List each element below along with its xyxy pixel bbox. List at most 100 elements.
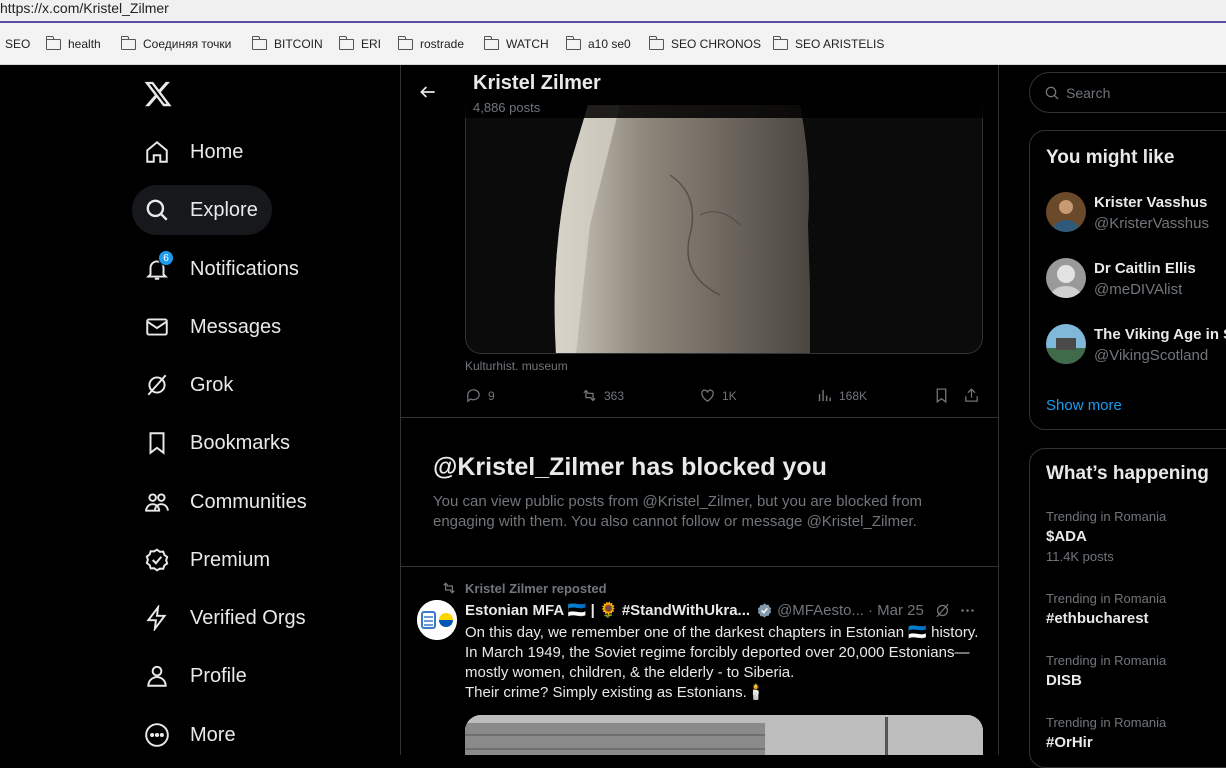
reply-button[interactable]: 9 (465, 387, 495, 404)
right-sidebar: Search You might like Krister Vasshus @K… (999, 65, 1226, 768)
nav-messages[interactable]: Messages (132, 302, 295, 352)
avatar[interactable] (1046, 324, 1086, 364)
suggestion-name: The Viking Age in S (1094, 326, 1226, 343)
search-icon (1045, 86, 1059, 99)
verified-gray-icon (757, 602, 772, 618)
nav-premium[interactable]: Premium (132, 535, 284, 585)
trend-item[interactable]: Trending in Romania #OrHir (1046, 715, 1226, 751)
trend-item[interactable]: Trending in Romania $ADA 11.4K posts (1046, 509, 1226, 564)
nav-grok[interactable]: Grok (132, 360, 247, 410)
bookmark-icon (149, 432, 165, 455)
suggestion-handle: @KristerVasshus (1094, 215, 1209, 232)
x-logo-icon[interactable] (143, 79, 173, 109)
bookmark-soedinyaya-tochki[interactable]: Соединяя точки (120, 35, 231, 52)
folder-icon (338, 35, 354, 50)
tweet-media[interactable] (465, 715, 983, 755)
nav-profile-label: Profile (190, 664, 247, 687)
profile-timeline: Kristel Zilmer 4,886 posts Kulturhist. m… (400, 65, 999, 755)
avatar[interactable] (417, 600, 457, 640)
nav-more[interactable]: More (132, 710, 250, 760)
search-placeholder: Search (1066, 84, 1111, 101)
bookmark-a10-se0[interactable]: a10 se0 (565, 35, 631, 52)
divider (401, 417, 998, 418)
trend-item[interactable]: Trending in Romania DISB (1046, 653, 1226, 689)
post-actions: 9 363 1K 168K (465, 387, 985, 407)
blocked-message: You can view public posts from @Kristel_… (433, 493, 923, 530)
suggestion-name: Krister Vasshus (1094, 194, 1208, 211)
nav-explore[interactable]: Explore (132, 185, 272, 235)
post-media[interactable] (465, 105, 983, 354)
search-input[interactable]: Search (1029, 72, 1226, 113)
bookmark-health[interactable]: health (45, 35, 101, 52)
nav-messages-label: Messages (190, 315, 282, 338)
repost-button[interactable]: 363 (581, 387, 624, 404)
bookmark-post-button[interactable] (933, 387, 956, 404)
folder-icon (483, 35, 499, 50)
avatar[interactable] (1046, 192, 1086, 232)
share-button[interactable] (963, 387, 986, 404)
author-handle[interactable]: @MFAesto... (777, 602, 864, 619)
mfa-logo-icon (417, 600, 457, 640)
bookmark-seo-aristelis[interactable]: SEO ARISTELIS (772, 35, 884, 52)
media-caption: Kulturhist. museum (465, 359, 568, 373)
suggestion-item[interactable]: Krister Vasshus @KristerVasshus (1046, 192, 1226, 234)
grok-icon[interactable] (934, 602, 951, 619)
nav-notifications-label: Notifications (190, 257, 299, 280)
nav-verified-orgs-label: Verified Orgs (190, 606, 306, 629)
show-more-link[interactable]: Show more (1046, 397, 1122, 414)
bookmark-seo-chronos[interactable]: SEO CHRONOS (648, 35, 761, 52)
repost-icon (583, 389, 596, 402)
person-icon (147, 665, 167, 687)
views-button[interactable]: 168K (816, 387, 867, 404)
analytics-icon (818, 389, 831, 402)
tweet-author[interactable]: Estonian MFA 🇪🇪 | 🌻 #StandWithUkra... @M… (465, 601, 976, 619)
tweet-text: On this day, we remember one of the dark… (465, 624, 979, 701)
folder-icon (45, 35, 61, 50)
nav-profile[interactable]: Profile (132, 651, 261, 701)
folder-icon (565, 35, 581, 50)
author-name[interactable]: Estonian MFA 🇪🇪 | 🌻 #StandWithUkra... (465, 601, 750, 619)
post-count: 4,886 posts (473, 100, 541, 115)
sidebar-nav: Home Explore 6 Notifications Messages Gr… (0, 65, 400, 755)
archive-photo (465, 715, 983, 755)
suggestion-item[interactable]: The Viking Age in S @VikingScotland (1046, 324, 1226, 366)
suggestion-item[interactable]: Dr Caitlin Ellis @meDIVAlist (1046, 258, 1226, 300)
bookmarks-bar: SEO health Соединяя точки BITCOIN ERI ro… (0, 23, 1226, 65)
folder-icon (648, 35, 664, 50)
bookmark-eri[interactable]: ERI (338, 35, 381, 52)
reply-icon (467, 389, 480, 403)
home-icon (146, 140, 168, 163)
address-bar[interactable]: https://x.com/Kristel_Zilmer (0, 0, 1226, 23)
nav-notifications[interactable]: 6 Notifications (132, 244, 313, 294)
folder-icon (251, 35, 267, 50)
url-text[interactable]: https://x.com/Kristel_Zilmer (0, 0, 169, 16)
nav-bookmarks[interactable]: Bookmarks (132, 418, 304, 468)
avatar[interactable] (1046, 258, 1086, 298)
notification-badge: 6 (158, 250, 174, 266)
verified-badge-icon (145, 548, 169, 572)
bookmark-rostrade[interactable]: rostrade (397, 35, 464, 52)
nav-explore-label: Explore (190, 198, 258, 221)
tweet-date[interactable]: · Mar 25 (868, 602, 924, 619)
suggestion-handle: @meDIVAlist (1094, 281, 1183, 298)
repost-indicator[interactable]: Kristel Zilmer reposted (441, 580, 607, 596)
share-icon (965, 388, 978, 402)
bookmark-seo[interactable]: SEO (5, 36, 30, 52)
bookmark-bitcoin[interactable]: BITCOIN (251, 35, 323, 52)
back-arrow-icon[interactable] (418, 82, 438, 102)
nav-verified-orgs[interactable]: Verified Orgs (132, 593, 320, 643)
more-options-icon[interactable] (959, 602, 976, 619)
folder-icon (772, 35, 788, 50)
profile-name: Kristel Zilmer (473, 72, 601, 94)
folder-icon (397, 35, 413, 50)
suggestion-handle: @VikingScotland (1094, 347, 1209, 364)
nav-more-label: More (190, 723, 236, 746)
blocked-title: @Kristel_Zilmer has blocked you (433, 453, 827, 481)
nav-communities[interactable]: Communities (132, 477, 321, 527)
nav-bookmarks-label: Bookmarks (190, 431, 291, 454)
runestone-photo (554, 105, 810, 353)
nav-home[interactable]: Home (132, 127, 257, 177)
trend-item[interactable]: Trending in Romania #ethbucharest (1046, 591, 1226, 627)
bookmark-watch[interactable]: WATCH (483, 35, 549, 52)
like-button[interactable]: 1K (699, 387, 737, 404)
